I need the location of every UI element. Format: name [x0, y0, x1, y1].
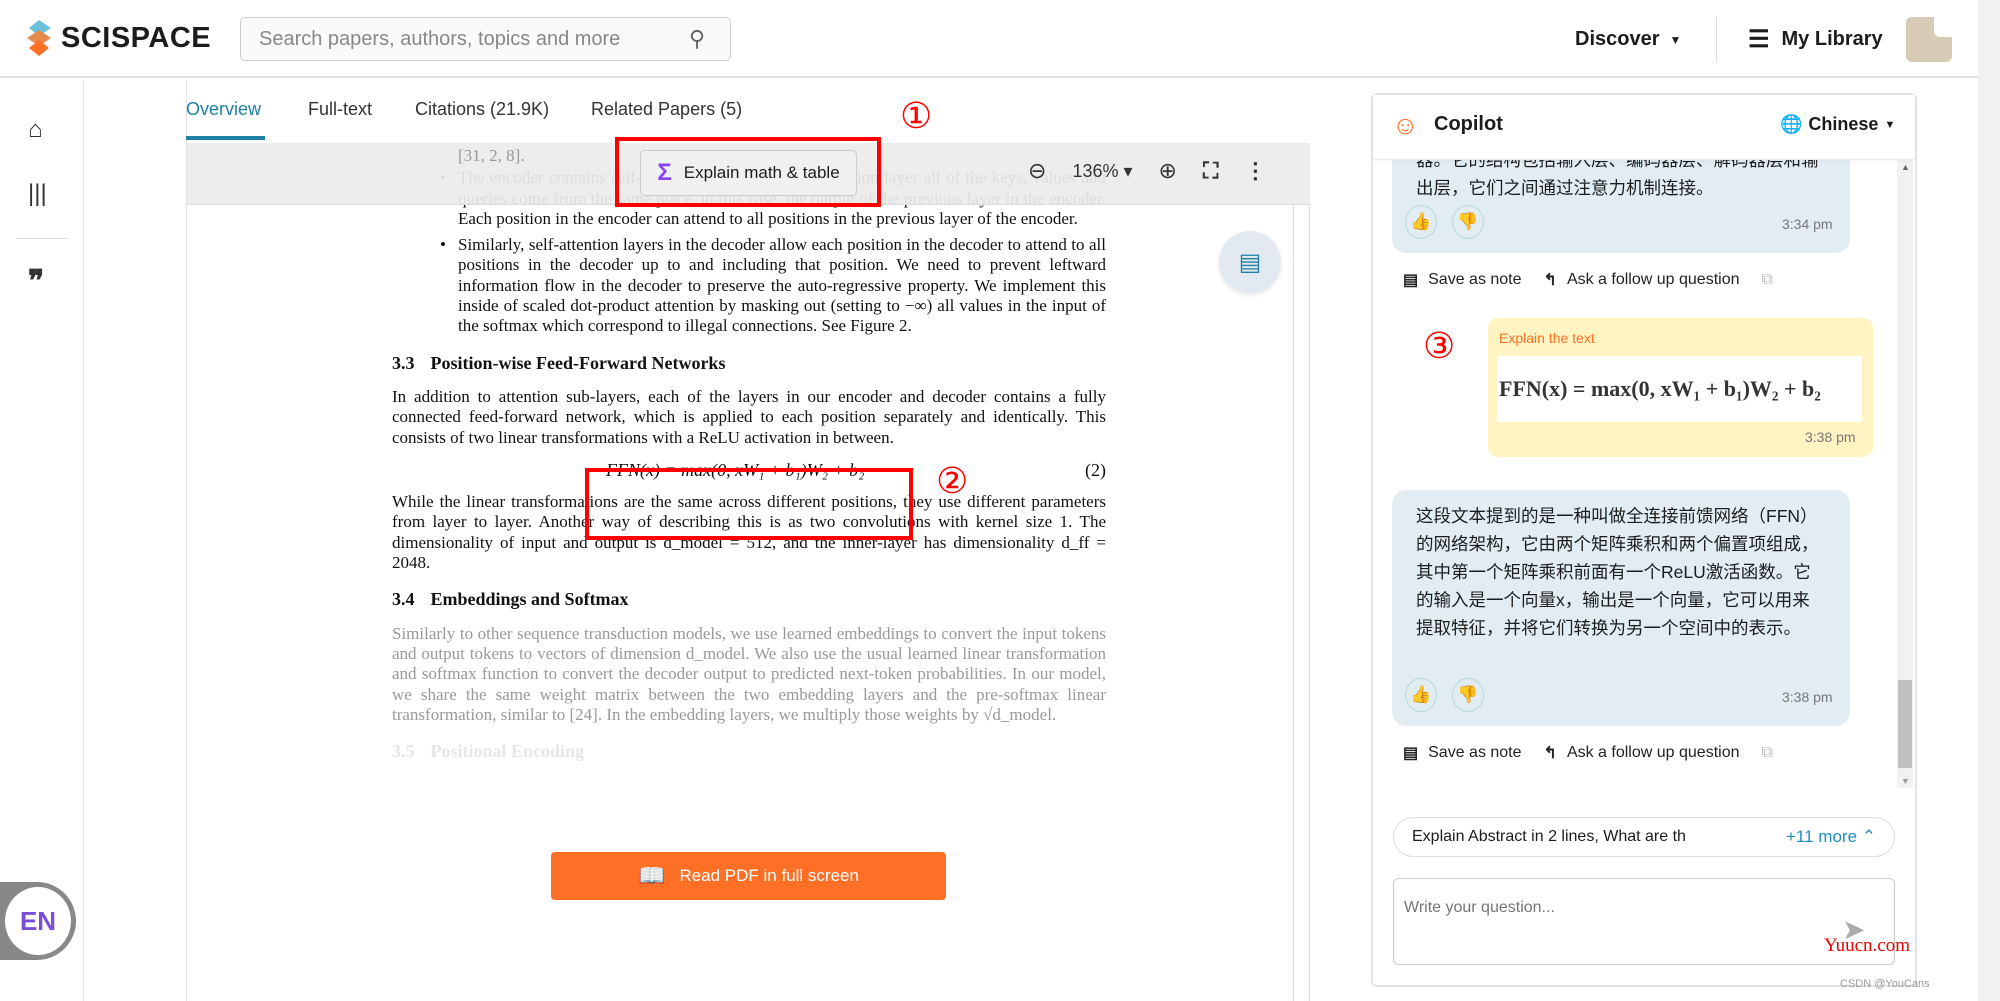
- fullscreen-icon[interactable]: ⛶: [1203, 158, 1218, 184]
- globe-icon: 🌐: [1780, 114, 1803, 134]
- pdf-page-content[interactable]: [31, 2, 8]. The encoder contains self-at…: [392, 146, 1106, 775]
- pdf-ref-line: [31, 2, 8].: [458, 146, 525, 165]
- more-options-icon[interactable]: ⋮: [1244, 158, 1266, 184]
- library-icon: ☰: [1748, 26, 1770, 53]
- read-pdf-fullscreen-button[interactable]: 📖 Read PDF in full screen: [551, 852, 946, 900]
- avatar[interactable]: [1906, 17, 1952, 62]
- note-icon: ▤: [1403, 745, 1419, 762]
- tab-overview[interactable]: Overview: [186, 99, 261, 120]
- save-as-note-button[interactable]: ▤ Save as note: [1403, 270, 1522, 290]
- left-sidebar: ⌂ ||| ❞: [0, 80, 84, 1001]
- more-suggestions-button[interactable]: +11 more ⌃: [1786, 827, 1876, 847]
- copy-icon[interactable]: ⧉: [1761, 271, 1772, 289]
- thumbs-up-icon[interactable]: 👍: [1405, 205, 1437, 239]
- search-input[interactable]: [241, 18, 661, 60]
- suggested-prompts[interactable]: Explain Abstract in 2 lines, What are th…: [1393, 817, 1895, 857]
- tab-citations[interactable]: Citations (21.9K): [415, 99, 549, 120]
- reply-icon: ↰: [1543, 745, 1557, 762]
- message-text: 这段文本提到的是一种叫做全连接前馈网络（FFN）的网络架构，它由两个矩阵乘积和两…: [1416, 506, 1819, 638]
- language-badge-label: EN: [5, 887, 71, 955]
- language-select[interactable]: 🌐 Chinese ▼: [1780, 114, 1895, 135]
- home-icon[interactable]: ⌂: [28, 116, 43, 144]
- caret-down-icon: ▼: [1884, 118, 1896, 131]
- save-as-note-button[interactable]: ▤ Save as note: [1403, 743, 1522, 763]
- annotation-marker-3: ③: [1423, 325, 1456, 366]
- pdf-bullet: Similarly, self-attention layers in the …: [392, 235, 1106, 336]
- caret-down-icon: ▼: [1669, 32, 1682, 47]
- page-scrollbar[interactable]: [1978, 0, 2000, 1001]
- message-actions: ▤ Save as note ↰ Ask a follow up question …: [1403, 270, 1773, 290]
- scispace-logo-icon: [27, 20, 51, 56]
- annotation-box-1: [615, 137, 881, 207]
- note-icon: ▤: [1403, 272, 1419, 289]
- thumbs-down-icon[interactable]: 👎: [1452, 678, 1484, 712]
- zoom-out-icon[interactable]: ⊖: [1028, 158, 1046, 184]
- watermark-csdn: CSDN @YouCans: [1840, 978, 1930, 990]
- pdf-scroll-divider: [1293, 205, 1294, 1001]
- zoom-in-icon[interactable]: ⊕: [1159, 158, 1177, 184]
- my-library-label: My Library: [1781, 28, 1883, 50]
- annotation-marker-1: ①: [900, 95, 933, 136]
- header-divider: [1716, 17, 1717, 62]
- section-heading-3-5: 3.5 Positional Encoding: [392, 741, 585, 762]
- pdf-paragraph: Similarly to other sequence transduction…: [392, 623, 1106, 724]
- suggestion-text[interactable]: Explain Abstract in 2 lines, What are th: [1412, 828, 1686, 846]
- language-label: Chinese: [1808, 114, 1879, 134]
- message-text: 器。它的结构包括输入层、编码器层、解码器层和输出层，它们之间通过注意力机制连接。: [1416, 160, 1819, 198]
- quote-icon[interactable]: ❞: [28, 264, 44, 299]
- question-box[interactable]: [1393, 878, 1895, 965]
- watermark-site: Yuucn.com: [1824, 935, 1911, 956]
- scispace-logo[interactable]: SCISPACE: [25, 20, 211, 56]
- follow-up-button[interactable]: ↰ Ask a follow up question: [1544, 270, 1740, 290]
- language-badge[interactable]: EN: [0, 882, 76, 960]
- equation-number: (2): [1085, 459, 1106, 480]
- sidebar-divider: [16, 238, 68, 239]
- message-time: 3:34 pm: [1782, 216, 1833, 232]
- notes-icon: ▤: [1238, 248, 1262, 276]
- thumbs-up-icon[interactable]: 👍: [1405, 678, 1437, 712]
- book-icon: 📖: [638, 863, 666, 888]
- reply-icon: ↰: [1543, 272, 1557, 289]
- tab-full-text[interactable]: Full-text: [308, 99, 372, 120]
- zoom-level-select[interactable]: 136% ▾: [1072, 161, 1132, 182]
- search-box[interactable]: ⚲: [240, 17, 731, 61]
- pdf-paragraph: In addition to attention sub-layers, eac…: [392, 386, 1106, 447]
- my-library-link[interactable]: ☰ My Library: [1748, 25, 1883, 54]
- discover-label: Discover: [1575, 28, 1660, 50]
- discover-menu[interactable]: Discover ▼: [1575, 28, 1681, 51]
- message-actions: ▤ Save as note ↰ Ask a follow up question …: [1403, 743, 1773, 763]
- message-time: 3:38 pm: [1782, 689, 1833, 705]
- question-input[interactable]: [1404, 899, 1824, 959]
- search-icon[interactable]: ⚲: [689, 26, 705, 52]
- user-message-formula: FFN(x) = max(0, xW₁ + b₁)W₂ + b₂: [1497, 356, 1862, 422]
- thumbs-down-icon[interactable]: 👎: [1452, 205, 1484, 239]
- copilot-scroll-thumb[interactable]: [1898, 680, 1912, 768]
- tab-related-papers[interactable]: Related Papers (5): [591, 99, 742, 120]
- section-heading-3-3: 3.3 Position-wise Feed-Forward Networks: [392, 352, 726, 373]
- section-heading-3-4: 3.4 Embeddings and Softmax: [392, 589, 629, 610]
- copilot-title: Copilot: [1434, 113, 1503, 135]
- read-pdf-label: Read PDF in full screen: [679, 866, 859, 885]
- annotation-box-2: [585, 468, 913, 540]
- brand-name: SCISPACE: [61, 21, 212, 54]
- user-message-label: Explain the text: [1499, 330, 1595, 346]
- follow-up-button[interactable]: ↰ Ask a follow up question: [1544, 743, 1740, 763]
- zoom-controls: ⊖ 136% ▾ ⊕ ⛶ ⋮: [1028, 158, 1266, 184]
- annotation-marker-2: ②: [936, 460, 969, 501]
- notes-fab-button[interactable]: ▤: [1219, 231, 1281, 293]
- copy-icon[interactable]: ⧉: [1761, 744, 1772, 762]
- message-time: 3:38 pm: [1805, 429, 1856, 445]
- library-icon[interactable]: |||: [28, 180, 47, 208]
- copilot-chat-icon: ☺: [1392, 110, 1419, 140]
- active-tab-indicator: [186, 136, 265, 140]
